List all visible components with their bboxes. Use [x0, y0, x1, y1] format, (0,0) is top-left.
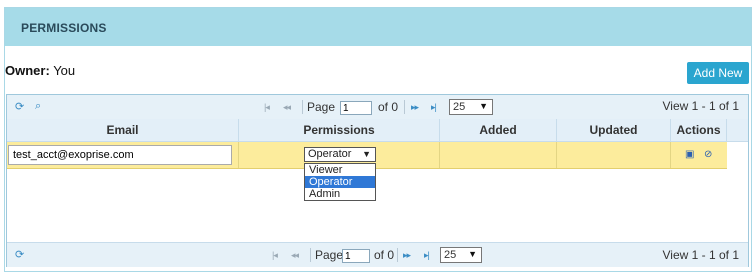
- pager-separator: [310, 248, 311, 262]
- column-header-email[interactable]: Email: [7, 119, 239, 141]
- search-icon[interactable]: ⌕: [35, 100, 41, 113]
- rows-per-page-select[interactable]: 25 ▼: [449, 99, 493, 115]
- view-range-text: View 1 - 1 of 1: [662, 99, 740, 113]
- permission-select-value: Operator: [308, 148, 352, 160]
- prev-page-icon[interactable]: ◂◂: [291, 250, 299, 261]
- chevron-down-icon: ▼: [468, 249, 477, 259]
- pager-separator: [302, 100, 303, 114]
- added-cell: [440, 142, 557, 168]
- next-page-icon[interactable]: ▸▸: [403, 250, 411, 261]
- rows-per-page-value: 25: [444, 249, 457, 261]
- updated-cell: [557, 142, 671, 168]
- permission-option-viewer[interactable]: Viewer: [305, 164, 375, 176]
- pager-separator: [397, 248, 398, 262]
- page-count: of 0: [374, 248, 395, 262]
- last-page-icon[interactable]: ▸|: [431, 102, 437, 113]
- panel-title: PERMISSIONS: [21, 21, 107, 35]
- next-page-icon[interactable]: ▸▸: [411, 102, 419, 113]
- permission-option-admin[interactable]: Admin: [305, 188, 375, 200]
- chevron-down-icon: ▼: [479, 101, 488, 111]
- panel-header: PERMISSIONS: [5, 8, 751, 46]
- cancel-icon[interactable]: ⊘: [704, 149, 712, 160]
- refresh-icon[interactable]: ⟳: [15, 100, 24, 113]
- column-headers: Email Permissions Added Updated Actions: [7, 119, 748, 142]
- page-number-input[interactable]: [342, 249, 370, 263]
- first-page-icon[interactable]: |◂: [272, 250, 278, 261]
- owner-line: Owner: You: [5, 63, 75, 78]
- page-count: of 0: [378, 100, 399, 114]
- prev-page-icon[interactable]: ◂◂: [283, 102, 291, 113]
- pager-separator: [404, 100, 405, 114]
- add-new-button[interactable]: Add New: [687, 62, 749, 84]
- owner-value: You: [53, 63, 76, 78]
- column-header-updated[interactable]: Updated: [557, 119, 671, 141]
- view-range-text: View 1 - 1 of 1: [662, 248, 740, 262]
- column-header-actions: Actions: [671, 119, 727, 141]
- actions-cell: ▣ ⊘: [671, 142, 727, 168]
- save-icon[interactable]: ▣: [685, 149, 694, 160]
- permission-select[interactable]: Operator ▼: [304, 147, 376, 162]
- permissions-grid: ⟳ ⌕ |◂ ◂◂ Page of 0 ▸▸ ▸| 25 ▼ View 1 - …: [6, 94, 749, 267]
- refresh-icon[interactable]: ⟳: [15, 248, 24, 261]
- rows-per-page-select[interactable]: 25 ▼: [440, 247, 482, 263]
- last-page-icon[interactable]: ▸|: [424, 250, 430, 261]
- chevron-down-icon: ▼: [362, 149, 371, 159]
- column-header-added[interactable]: Added: [440, 119, 557, 141]
- permission-option-operator[interactable]: Operator: [305, 176, 375, 188]
- column-header-permissions[interactable]: Permissions: [239, 119, 440, 141]
- owner-label: Owner:: [5, 63, 50, 78]
- page-label: Page: [307, 100, 336, 114]
- rows-per-page-value: 25: [453, 101, 466, 113]
- first-page-icon[interactable]: |◂: [264, 102, 270, 113]
- email-cell: [7, 142, 239, 168]
- page-label: Page: [315, 248, 344, 262]
- permission-dropdown-list: Viewer Operator Admin: [304, 163, 376, 201]
- bottom-pager: ⟳ |◂ ◂◂ Page of 0 ▸▸ ▸| 25 ▼ View 1 - 1 …: [7, 242, 748, 267]
- email-field[interactable]: [8, 145, 232, 165]
- top-pager: ⟳ ⌕ |◂ ◂◂ Page of 0 ▸▸ ▸| 25 ▼ View 1 - …: [7, 95, 748, 120]
- page-number-input[interactable]: [340, 101, 372, 115]
